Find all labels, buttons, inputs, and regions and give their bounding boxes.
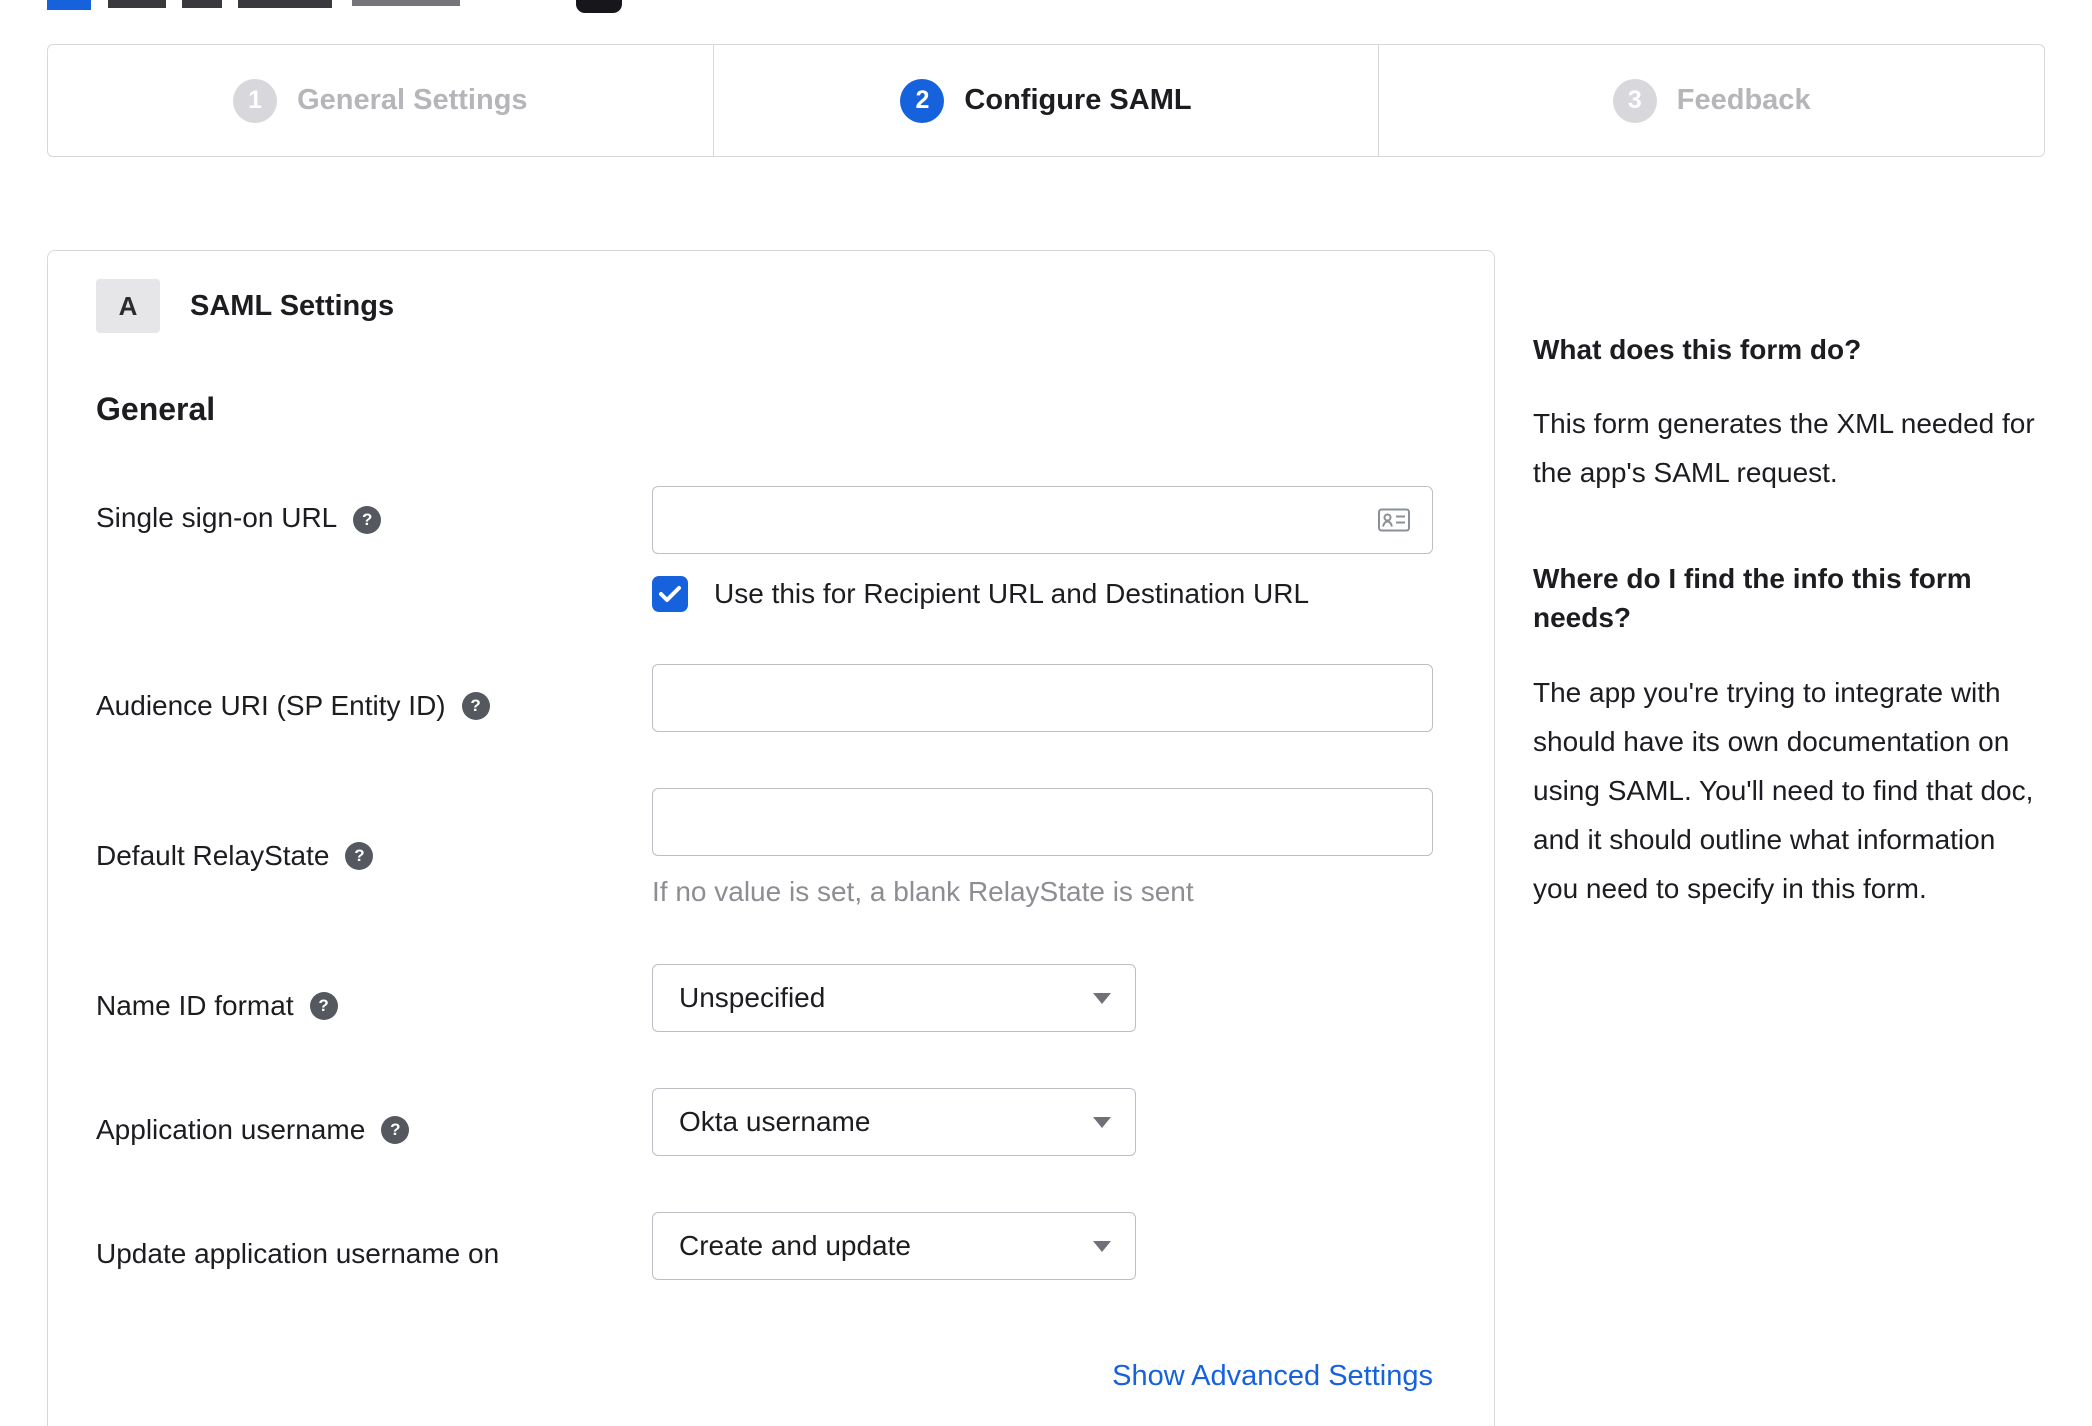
help-body-2: The app you're trying to integrate with …: [1533, 676, 2034, 904]
application-username-label: Application username ?: [96, 1088, 652, 1156]
clipped-logo-fragment: [47, 0, 91, 10]
help-sidebar: What does this form do? This form genera…: [1533, 250, 2045, 975]
clipped-text-fragment: [238, 0, 332, 8]
sso-url-row: Single sign-on URL ? Use this for Recipi…: [96, 486, 1433, 612]
relaystate-label-text: Default RelayState: [96, 840, 330, 871]
relaystate-input[interactable]: [652, 788, 1433, 856]
step-configure-saml[interactable]: 2 Configure SAML: [714, 45, 1380, 156]
relaystate-label: Default RelayState ?: [96, 788, 652, 908]
step-feedback[interactable]: 3 Feedback: [1379, 45, 2044, 156]
application-username-row: Application username ? Okta username: [96, 1088, 1433, 1156]
update-username-label-text: Update application username on: [96, 1238, 500, 1269]
application-username-label-text: Application username: [96, 1114, 366, 1145]
nameid-format-value: Unspecified: [679, 982, 826, 1013]
general-section-heading: General: [96, 391, 216, 427]
clipped-app-logo: [576, 0, 622, 13]
recipient-url-checkbox-label: Use this for Recipient URL and Destinati…: [714, 578, 1310, 609]
contact-card-icon[interactable]: [1377, 507, 1411, 534]
help-icon[interactable]: ?: [353, 506, 382, 534]
show-advanced-settings-link[interactable]: Show Advanced Settings: [1112, 1360, 1433, 1392]
step-label: Configure SAML: [964, 84, 1192, 116]
nameid-format-select[interactable]: Unspecified: [652, 964, 1136, 1032]
help-body-1: This form generates the XML needed for t…: [1533, 408, 2035, 489]
nameid-format-row: Name ID format ? Unspecified: [96, 964, 1433, 1032]
sso-url-label-text: Single sign-on URL: [96, 502, 338, 533]
audience-uri-input[interactable]: [652, 664, 1433, 732]
help-icon[interactable]: ?: [345, 842, 374, 870]
clipped-text-fragment: [182, 0, 222, 8]
sso-url-input[interactable]: [652, 486, 1433, 554]
step-number: 3: [1612, 78, 1657, 123]
chevron-down-icon: [1093, 993, 1111, 1004]
chevron-down-icon: [1093, 1241, 1111, 1252]
step-general-settings[interactable]: 1 General Settings: [48, 45, 714, 156]
update-username-label: Update application username on: [96, 1212, 652, 1280]
help-heading-1: What does this form do?: [1533, 334, 1862, 365]
chevron-down-icon: [1093, 1117, 1111, 1128]
relaystate-hint: If no value is set, a blank RelayState i…: [652, 876, 1194, 907]
step-number: 2: [900, 78, 945, 123]
update-username-select[interactable]: Create and update: [652, 1212, 1136, 1280]
advanced-settings-row: Show Advanced Settings: [96, 1360, 1433, 1393]
audience-uri-label: Audience URI (SP Entity ID) ?: [96, 664, 652, 732]
saml-settings-panel: A SAML Settings General Single sign-on U…: [47, 250, 1495, 1426]
relaystate-row: Default RelayState ? If no value is set,…: [96, 788, 1433, 908]
section-a-badge: A: [96, 279, 160, 333]
help-icon[interactable]: ?: [461, 692, 490, 720]
sso-url-label: Single sign-on URL ?: [96, 486, 652, 612]
nameid-format-label-text: Name ID format: [96, 990, 294, 1021]
application-username-value: Okta username: [679, 1106, 871, 1137]
panel-header: A SAML Settings: [96, 279, 1433, 333]
application-username-select[interactable]: Okta username: [652, 1088, 1136, 1156]
help-heading-2: Where do I find the info this form needs…: [1533, 563, 1972, 634]
update-username-value: Create and update: [679, 1230, 911, 1261]
clipped-text-fragment: [352, 0, 460, 6]
panel-title: SAML Settings: [190, 289, 395, 322]
help-icon[interactable]: ?: [309, 992, 338, 1020]
update-username-row: Update application username on Create an…: [96, 1212, 1433, 1280]
clipped-app-header: [0, 0, 2092, 14]
nameid-format-label: Name ID format ?: [96, 964, 652, 1032]
recipient-url-checkbox-row: Use this for Recipient URL and Destinati…: [652, 576, 1433, 612]
wizard-stepper: 1 General Settings 2 Configure SAML 3 Fe…: [47, 44, 2045, 157]
audience-uri-label-text: Audience URI (SP Entity ID): [96, 690, 446, 721]
help-icon[interactable]: ?: [381, 1116, 410, 1144]
step-label: General Settings: [297, 84, 528, 116]
audience-uri-row: Audience URI (SP Entity ID) ?: [96, 664, 1433, 732]
step-number: 1: [233, 78, 278, 123]
clipped-text-fragment: [108, 0, 166, 8]
recipient-url-checkbox[interactable]: [652, 576, 688, 612]
step-label: Feedback: [1676, 84, 1811, 116]
